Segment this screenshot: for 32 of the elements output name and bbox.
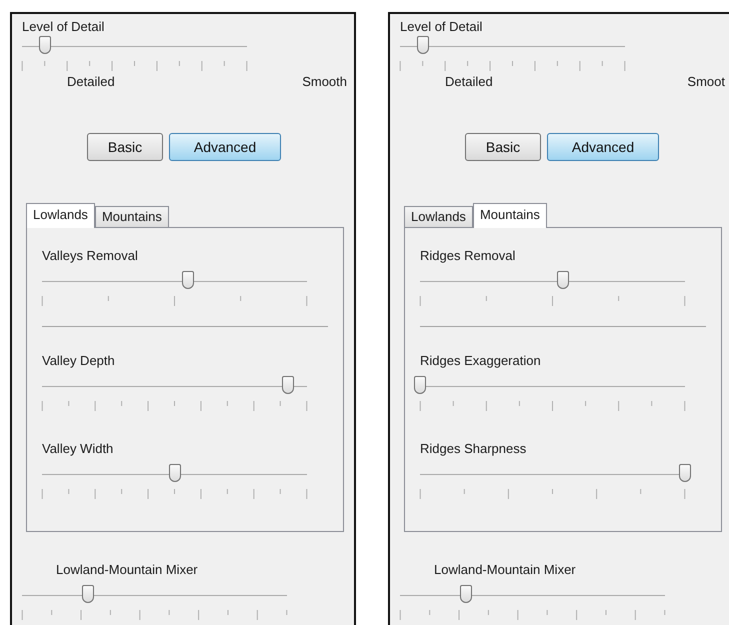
min-label: Detailed [67,74,115,90]
max-label: Smoot [687,74,725,90]
slider-thumb[interactable] [38,36,50,54]
tab[interactable]: Mountains [94,206,169,227]
slider-label: Ridges Exaggeration [420,353,542,369]
slider-label: Level of Detail [400,19,484,35]
slider-thumb[interactable] [82,585,94,603]
slider-label: Lowland-Mountain Mixer [434,562,577,578]
slider-label: Valleys Removal [42,248,139,264]
mode-button[interactable]: Basic [465,133,541,161]
mode-button[interactable]: Basic [87,133,163,161]
tab[interactable]: Mountains [472,203,547,228]
slider-label: Level of Detail [22,19,106,35]
slider-thumb[interactable] [416,36,428,54]
slider-label: Valley Width [42,441,114,457]
tab[interactable]: Lowlands [404,206,473,227]
mode-button[interactable]: Advanced [547,133,659,161]
slider-thumb[interactable] [557,271,570,289]
max-label: Smooth [302,74,347,90]
tab[interactable]: Lowlands [26,203,95,228]
slider-label: Ridges Removal [420,248,516,264]
slider-thumb[interactable] [460,585,472,603]
slider-thumb[interactable] [182,271,194,289]
slider-thumb[interactable] [679,464,691,482]
min-label: Detailed [445,74,493,90]
slider-thumb[interactable] [414,376,426,394]
slider-label: Ridges Sharpness [420,441,528,457]
mode-button[interactable]: Advanced [169,133,281,161]
slider-thumb[interactable] [168,464,180,482]
slider-label: Valley Depth [42,353,116,369]
slider-label: Lowland-Mountain Mixer [56,562,199,578]
slider-thumb[interactable] [282,376,294,394]
